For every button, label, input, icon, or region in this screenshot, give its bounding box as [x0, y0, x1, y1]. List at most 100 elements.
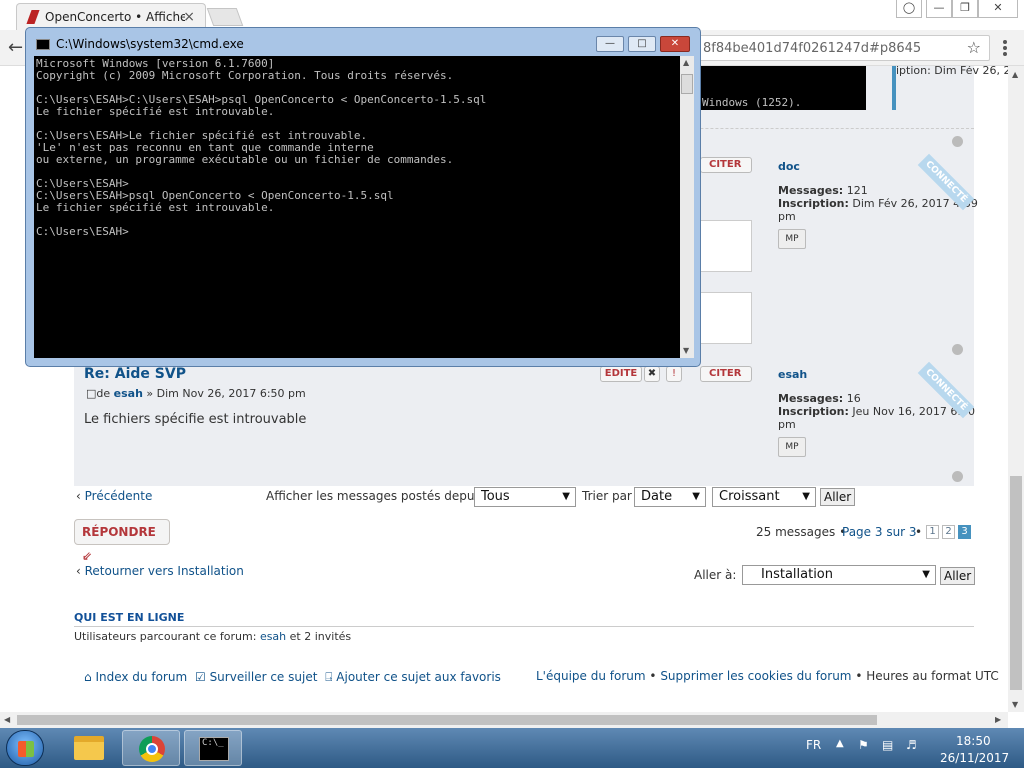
- checkbox-icon: ☑: [194, 670, 206, 684]
- cmd-maximize-icon[interactable]: □: [628, 36, 656, 52]
- delete-cookies-link[interactable]: Supprimer les cookies du forum: [660, 669, 851, 683]
- scroll-up-arrow-icon[interactable]: ▲: [1012, 70, 1018, 79]
- sort-by-select[interactable]: Date ▼: [634, 487, 706, 507]
- browser-tab[interactable]: OpenConcerto • Afficher ×: [16, 3, 206, 30]
- message-count: 25 messages •: [756, 525, 847, 539]
- home-icon: ⌂: [84, 670, 92, 684]
- post-body: Le fichiers spécifie est introuvable: [84, 412, 307, 427]
- action-center-flag-icon[interactable]: ⚑: [858, 738, 869, 752]
- online-users: Utilisateurs parcourant ce forum: esah e…: [74, 630, 351, 643]
- delete-button[interactable]: ✖: [644, 366, 660, 382]
- cmd-console[interactable]: Microsoft Windows [version 6.1.7600] Cop…: [34, 56, 680, 358]
- post-author-link[interactable]: esah: [114, 387, 143, 400]
- vertical-scroll-thumb[interactable]: [1010, 476, 1022, 690]
- team-link[interactable]: L'équipe du forum: [536, 669, 646, 683]
- start-button[interactable]: [6, 730, 44, 766]
- previous-link[interactable]: ‹ Précédente: [76, 489, 152, 503]
- scroll-right-arrow-icon[interactable]: ▶: [995, 715, 1001, 724]
- page-separator: •: [915, 525, 923, 539]
- vertical-scrollbar[interactable]: ▲ ▼: [1008, 66, 1024, 712]
- reply-arrow-icon: ⇙: [82, 549, 93, 563]
- show-posts-value: Tous: [481, 489, 510, 504]
- close-window-icon[interactable]: ✕: [978, 0, 1018, 18]
- restore-window-icon[interactable]: ❐: [952, 0, 978, 18]
- report-button[interactable]: !: [666, 366, 682, 382]
- clock-time[interactable]: 18:50: [956, 734, 991, 748]
- page-3-current[interactable]: 3: [958, 525, 971, 539]
- sort-order-select[interactable]: Croissant ▼: [712, 487, 816, 507]
- taskbar: C:\_: [0, 728, 1024, 768]
- network-icon[interactable]: ▤: [882, 738, 893, 752]
- page-indicator[interactable]: Page 3 sur 3: [842, 525, 917, 539]
- return-link[interactable]: ‹ Retourner vers Installation: [76, 564, 244, 578]
- horizontal-scrollbar[interactable]: ◀ ▶: [0, 712, 1008, 728]
- taskbar-explorer[interactable]: [60, 730, 118, 766]
- cmd-scroll-down-icon[interactable]: ▼: [683, 346, 689, 355]
- address-bar[interactable]: 8f84be401d74f0261247d#p8645 ☆: [690, 35, 990, 61]
- cmd-scroll-up-icon[interactable]: ▲: [683, 58, 689, 67]
- scroll-left-arrow-icon[interactable]: ◀: [4, 715, 10, 724]
- private-message-button[interactable]: MP: [778, 229, 806, 249]
- page-1-link[interactable]: 1: [926, 525, 939, 539]
- sort-go-button[interactable]: Aller: [820, 488, 856, 506]
- sort-by-value: Date: [641, 489, 673, 504]
- back-to-top-icon[interactable]: [952, 471, 963, 482]
- cmd-close-icon[interactable]: ✕: [660, 36, 690, 52]
- edit-button[interactable]: EDITE: [600, 366, 642, 382]
- back-to-top-icon[interactable]: [952, 136, 963, 147]
- footer-left: ⌂ Index du forum ☑ Surveiller ce sujet ⍈…: [84, 670, 501, 685]
- clock-date[interactable]: 26/11/2017: [940, 751, 1009, 765]
- browser-menu-icon[interactable]: [1003, 40, 1007, 56]
- quote-button[interactable]: CITER: [700, 157, 752, 173]
- post-author[interactable]: doc: [778, 160, 978, 173]
- post-title[interactable]: Re: Aide SVP: [84, 366, 186, 382]
- quote-button[interactable]: CITER: [700, 366, 752, 382]
- windows-logo-icon: [18, 741, 34, 757]
- footer-right: L'équipe du forum • Supprimer les cookie…: [536, 669, 999, 683]
- jump-go-button[interactable]: Aller: [940, 567, 976, 585]
- private-message-button[interactable]: MP: [778, 437, 806, 457]
- minimize-window-icon[interactable]: —: [926, 0, 952, 18]
- profile-icon[interactable]: ◯: [896, 0, 922, 18]
- page-2-link[interactable]: 2: [942, 525, 955, 539]
- horizontal-scroll-thumb[interactable]: [17, 715, 877, 725]
- sort-order-value: Croissant: [719, 489, 780, 504]
- messages-count: 121: [846, 184, 868, 197]
- taskbar-chrome[interactable]: [122, 730, 180, 766]
- watch-topic-link[interactable]: Surveiller ce sujet: [210, 670, 318, 684]
- reply-button[interactable]: RÉPONDRE ⇙: [74, 519, 170, 563]
- forum-index-link[interactable]: Index du forum: [95, 670, 187, 684]
- messages-label: Messages:: [778, 392, 844, 405]
- jump-to-value: Installation: [761, 567, 834, 582]
- taskbar-cmd[interactable]: C:\_: [184, 730, 242, 766]
- online-suffix: et 2 invités: [289, 630, 352, 643]
- post-meta: □de esah » Dim Nov 26, 2017 6:50 pm: [86, 387, 306, 400]
- online-user-link[interactable]: esah: [260, 630, 286, 643]
- cmd-minimize-icon[interactable]: —: [596, 36, 624, 52]
- bookmark-topic-link[interactable]: Ajouter ce sujet aux favoris: [336, 670, 501, 684]
- back-arrow-icon[interactable]: ←: [8, 37, 23, 58]
- tab-title: OpenConcerto • Afficher: [45, 10, 185, 24]
- back-to-top-icon[interactable]: [952, 344, 963, 355]
- language-indicator[interactable]: FR: [806, 738, 821, 752]
- inscription-time-suffix: pm: [778, 418, 796, 431]
- bookmark-star-icon[interactable]: ☆: [967, 38, 981, 57]
- cmd-scrollbar[interactable]: ▲ ▼: [680, 56, 694, 358]
- cmd-window[interactable]: C:\Windows\system32\cmd.exe — □ ✕ Micros…: [25, 27, 701, 367]
- code-text: Windows (1252).: [702, 96, 802, 109]
- cmd-scroll-thumb[interactable]: [681, 74, 693, 94]
- reply-label: RÉPONDRE: [82, 525, 156, 539]
- show-posts-select[interactable]: Tous ▼: [474, 487, 576, 507]
- tab-close-icon[interactable]: ×: [183, 9, 195, 25]
- footer-separator: •: [855, 669, 863, 683]
- messages-count: 16: [846, 392, 861, 405]
- volume-icon[interactable]: ♬: [906, 738, 917, 752]
- show-hidden-icons-icon[interactable]: ▲: [836, 738, 844, 749]
- return-label[interactable]: Retourner vers Installation: [85, 564, 244, 578]
- inscription-time-suffix: pm: [778, 210, 796, 223]
- scroll-down-arrow-icon[interactable]: ▼: [1012, 700, 1018, 709]
- jump-to-select[interactable]: Installation ▼: [742, 565, 936, 585]
- messages-label: Messages:: [778, 184, 844, 197]
- previous-label[interactable]: Précédente: [85, 489, 153, 503]
- new-tab-button[interactable]: [206, 8, 244, 26]
